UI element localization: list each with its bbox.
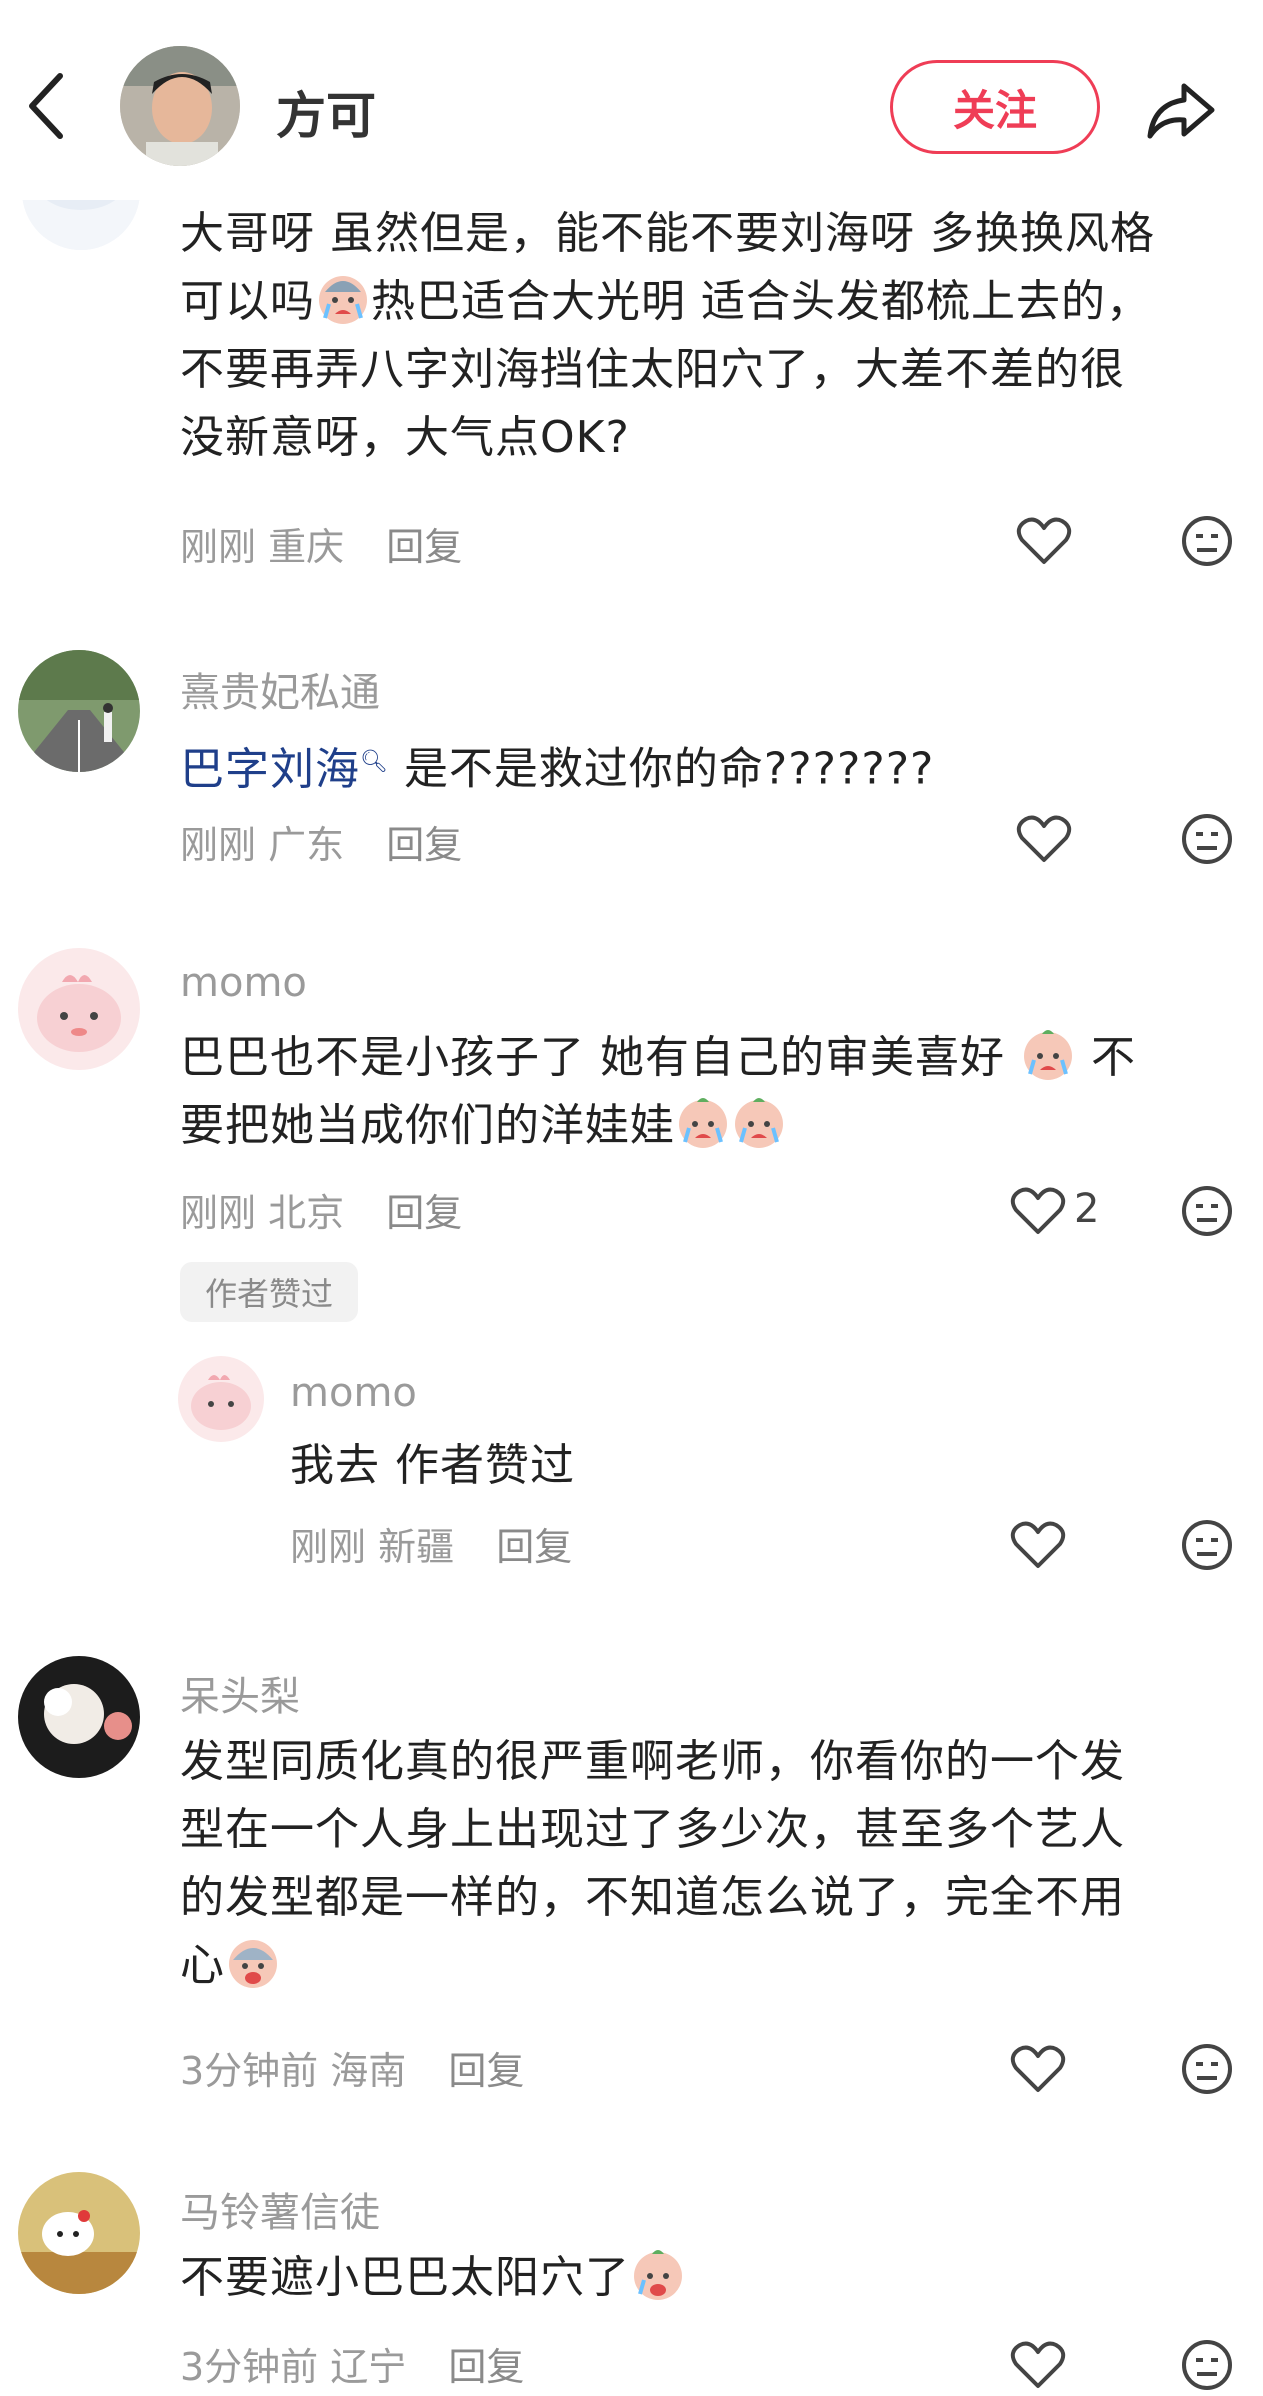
comment-text: 不要遮小巴巴太阳穴了 xyxy=(180,2244,1220,2312)
dislike-face-icon[interactable] xyxy=(1180,2042,1234,2096)
topic-label: 巴字刘海 xyxy=(180,743,360,795)
comment-meta: 刚刚 重庆 回复 xyxy=(180,516,462,571)
author-avatar[interactable] xyxy=(120,46,240,166)
share-button[interactable] xyxy=(1140,70,1220,150)
comment-location: 辽宁 xyxy=(330,2345,407,2389)
search-icon: 🔍︎ xyxy=(360,749,389,774)
dislike-face-icon[interactable] xyxy=(1180,1184,1234,1238)
comment-line: 心 xyxy=(180,1932,1240,2000)
reply-button[interactable]: 回复 xyxy=(386,525,462,569)
comment-line: 型在一个人身上出现过了多少次，甚至多个艺人 xyxy=(180,1804,1125,1855)
comment-line: 没新意呀，大气点OK? xyxy=(180,412,630,463)
comment-time: 刚刚 xyxy=(180,823,257,867)
comment-location: 重庆 xyxy=(268,525,345,569)
comment-line: 可以吗 热巴适合大光明 适合头发都梳上去的， xyxy=(180,268,1220,336)
comment-meta: 刚刚 新疆 回复 xyxy=(290,1516,572,1571)
author-name[interactable]: 方可 xyxy=(276,76,376,148)
comment-line: 不要再弄八字刘海挡住太阳穴了，大差不差的很 xyxy=(180,344,1125,395)
commenter-avatar[interactable] xyxy=(18,650,140,772)
commenter-name[interactable]: 马铃薯信徒 xyxy=(180,2180,380,2238)
crying-emoji-icon xyxy=(679,1098,727,1148)
reply-button[interactable]: 回复 xyxy=(386,1191,462,1235)
heart-icon[interactable] xyxy=(1010,2044,1066,2094)
reply-button[interactable]: 回复 xyxy=(386,823,462,867)
comment-text: 巴巴也不是小孩子了 她有自己的审美喜好 不 要把她当成你们的洋娃娃 xyxy=(180,1024,1240,1160)
like-count: 2 xyxy=(1074,1186,1100,1232)
reply-button[interactable]: 回复 xyxy=(496,1525,572,1569)
comment-line: 要把她当成你们的洋娃娃 xyxy=(180,1092,1240,1160)
dislike-face-icon[interactable] xyxy=(1180,1518,1234,1572)
topic-link[interactable]: 巴字刘海🔍︎ xyxy=(180,744,389,795)
dislike-face-icon[interactable] xyxy=(1180,812,1234,866)
reply-button[interactable]: 回复 xyxy=(448,2345,524,2389)
comment-line: 大哥呀 虽然但是，能不能不要刘海呀 多换换风格 xyxy=(180,208,1155,259)
comment-text: 大哥呀 虽然但是，能不能不要刘海呀 多换换风格 可以吗 热巴适合大光明 适合头发都… xyxy=(180,200,1220,472)
comment-time: 3分钟前 xyxy=(180,2345,319,2389)
commenter-name[interactable]: 呆头梨 xyxy=(180,1664,300,1722)
comment-page: 方可 关注 大哥呀 虽然但是，能不能不要刘海呀 多换换风格 可以吗 热巴适合大光明… xyxy=(0,0,1263,2396)
crying-emoji-icon xyxy=(634,2250,682,2300)
heart-icon[interactable] xyxy=(1010,2340,1066,2390)
comment-meta: 刚刚 北京 回复 xyxy=(180,1182,462,1237)
heart-icon[interactable] xyxy=(1016,814,1072,864)
comment-time: 刚刚 xyxy=(290,1525,367,1569)
heart-icon[interactable] xyxy=(1010,1520,1066,1570)
comment-segment: 要把她当成你们的洋娃娃 xyxy=(180,1100,675,1151)
follow-button[interactable]: 关注 xyxy=(890,60,1100,154)
comment-segment: 不 xyxy=(1091,1032,1136,1083)
comment-location: 海南 xyxy=(330,2049,407,2093)
commenter-avatar[interactable] xyxy=(18,2172,140,2294)
commenter-avatar[interactable] xyxy=(18,1656,140,1778)
comment-meta: 刚刚 广东 回复 xyxy=(180,814,462,869)
comment-time: 刚刚 xyxy=(180,525,257,569)
comment-line: 的发型都是一样的，不知道怎么说了，完全不用 xyxy=(180,1872,1125,1923)
heart-icon[interactable] xyxy=(1010,1186,1066,1236)
comment-segment: 可以吗 xyxy=(180,276,315,327)
comment-location: 北京 xyxy=(268,1191,345,1235)
comment-segment: 是不是救过你的命??????? xyxy=(403,743,935,795)
comment-segment: 不要遮小巴巴太阳穴了 xyxy=(180,2252,630,2303)
back-button[interactable] xyxy=(22,66,72,146)
crying-emoji-icon xyxy=(229,1940,277,1988)
commenter-name[interactable]: momo xyxy=(180,960,307,1006)
comment-text: 我去 作者赞过 xyxy=(290,1440,575,1491)
comment-line: 发型同质化真的很严重啊老师，你看你的一个发 xyxy=(180,1736,1125,1787)
comment-text: 巴字刘海🔍︎ 是不是救过你的命??????? xyxy=(180,728,1220,804)
comment-text: 发型同质化真的很严重啊老师，你看你的一个发 型在一个人身上出现过了多少次，甚至多… xyxy=(180,1728,1240,2000)
commenter-avatar[interactable] xyxy=(178,1356,264,1442)
crying-emoji-icon xyxy=(1024,1030,1072,1080)
comment-line: 巴巴也不是小孩子了 她有自己的审美喜好 不 xyxy=(180,1024,1240,1092)
comment-location: 新疆 xyxy=(378,1525,455,1569)
commenter-avatar[interactable] xyxy=(18,948,140,1070)
dislike-face-icon[interactable] xyxy=(1180,514,1234,568)
share-icon xyxy=(1147,83,1215,139)
crying-emoji-icon xyxy=(735,1098,783,1148)
author-liked-badge: 作者赞过 xyxy=(180,1262,358,1322)
comment-meta: 3分钟前 辽宁 回复 xyxy=(180,2336,524,2391)
commenter-name[interactable]: 熹贵妃私通 xyxy=(180,660,380,718)
crying-emoji-icon xyxy=(319,276,367,324)
comment-segment: 巴巴也不是小孩子了 她有自己的审美喜好 xyxy=(180,1032,1005,1083)
commenter-name[interactable]: momo xyxy=(290,1370,417,1416)
comment-time: 刚刚 xyxy=(180,1191,257,1235)
comment-segment: 心 xyxy=(180,1940,225,1991)
comment-location: 广东 xyxy=(268,823,345,867)
heart-icon[interactable] xyxy=(1016,516,1072,566)
dislike-face-icon[interactable] xyxy=(1180,2338,1234,2392)
reply-button[interactable]: 回复 xyxy=(448,2049,524,2093)
comment-meta: 3分钟前 海南 回复 xyxy=(180,2040,524,2095)
comment-time: 3分钟前 xyxy=(180,2049,319,2093)
comment-segment: 热巴适合大光明 适合头发都梳上去的， xyxy=(371,276,1151,327)
top-bar: 方可 关注 xyxy=(0,0,1263,200)
back-arrow-icon xyxy=(29,73,63,139)
